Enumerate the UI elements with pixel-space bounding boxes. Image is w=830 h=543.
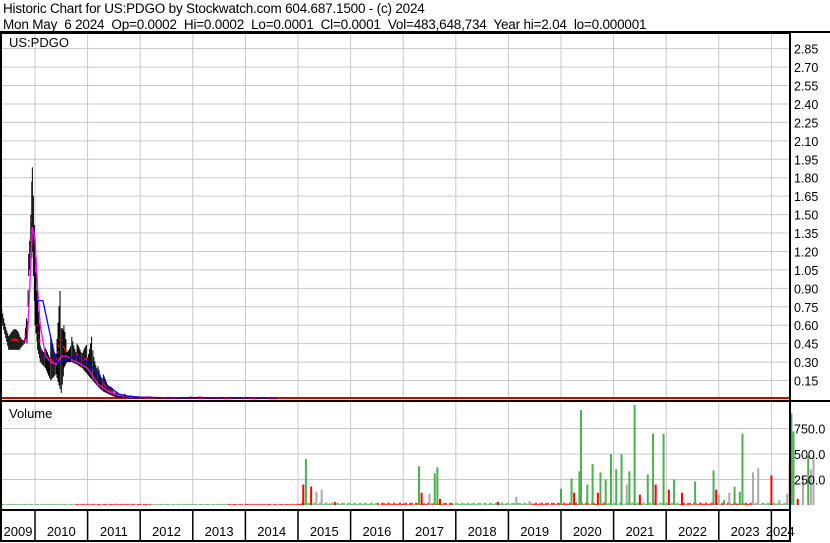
x-tick-label: 2012 — [152, 524, 181, 539]
price-tick-label: 1.05 — [794, 264, 818, 278]
x-tick-label: 2014 — [257, 524, 286, 539]
chart-frame — [0, 32, 791, 542]
axes: 2009 2010 2011 2012 2013 2014 2015 2016 2017 2018… — [0, 31, 830, 542]
price-tick-label: 2.10 — [794, 135, 818, 149]
x-tick-label: 2022 — [678, 524, 707, 539]
x-tick-label: 2019 — [520, 524, 549, 539]
chart-window: Historic Chart for US:PDGO by Stockwatch… — [0, 0, 830, 543]
x-tick-label: 2010 — [47, 524, 76, 539]
close-marker — [38, 339, 41, 342]
price-tick-label: 0.75 — [794, 301, 818, 315]
x-tick-label: 2018 — [468, 524, 497, 539]
price-tick-label: 2.70 — [794, 61, 818, 75]
x-tick-label: 2011 — [100, 524, 128, 539]
volume-panel-label: Volume — [9, 406, 52, 421]
price-panel-label: US:PDGO — [9, 35, 69, 50]
close-marker — [85, 358, 88, 361]
price-tick-label: 2.40 — [794, 98, 818, 112]
grid — [1, 33, 789, 505]
price-tick-label: 1.50 — [794, 209, 818, 223]
historic-chart: US:PDGO Volume 2009 2010 2011 2012 2013 2014 2… — [0, 31, 830, 542]
price-tick-label: 1.65 — [794, 190, 818, 204]
close-marker — [59, 339, 62, 342]
price-tick-label: 2.25 — [794, 116, 818, 130]
price-tick-label: 1.80 — [794, 172, 818, 186]
x-tick-label: 2024 — [766, 524, 795, 539]
volume-tick-label: 250.0 — [794, 474, 825, 488]
price-tick-label: 0.60 — [794, 319, 818, 333]
volume-tick-label: 500.0 — [794, 448, 825, 462]
moving-average-short — [23, 226, 157, 399]
price-tick-label: 2.85 — [794, 43, 818, 57]
x-tick-label: 2009 — [4, 524, 33, 539]
x-tick-label: 2021 — [625, 524, 654, 539]
price-tick-label: 0.15 — [794, 375, 818, 389]
x-tick-label: 2020 — [573, 524, 602, 539]
x-tick-label: 2023 — [731, 524, 760, 539]
price-tick-label: 1.95 — [794, 153, 818, 167]
x-tick-label: 2016 — [362, 524, 391, 539]
price-tick-label: 0.45 — [794, 338, 818, 352]
price-tick-label: 1.35 — [794, 227, 818, 241]
x-tick-label: 2013 — [205, 524, 234, 539]
volume-tick-label: 750.0 — [794, 423, 825, 437]
price-tick-label: 1.20 — [794, 245, 818, 259]
x-tick-label: 2015 — [310, 524, 339, 539]
price-tick-label: 0.90 — [794, 282, 818, 296]
x-tick-label: 2017 — [415, 524, 444, 539]
price-tick-label: 0.30 — [794, 356, 818, 370]
price-tick-label: 2.55 — [794, 80, 818, 94]
